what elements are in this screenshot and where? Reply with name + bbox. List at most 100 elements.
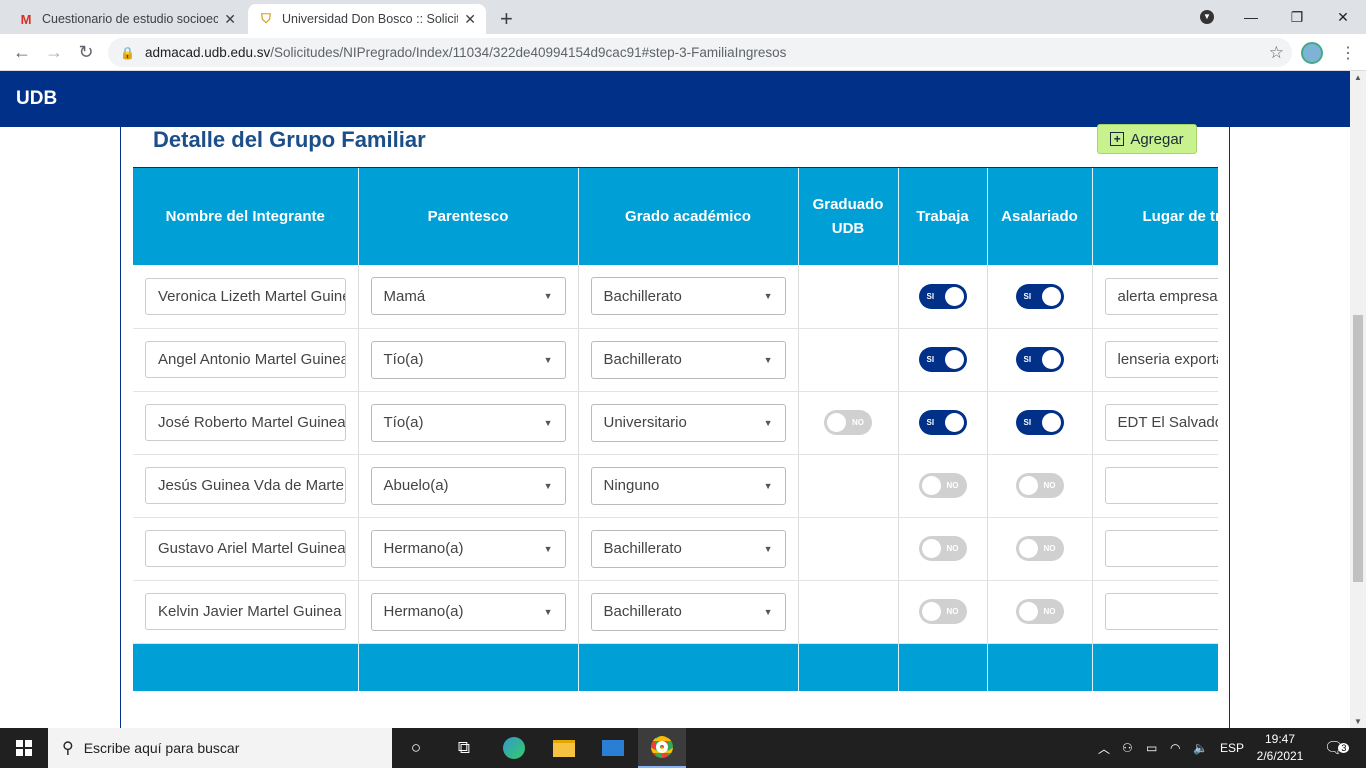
mail-icon[interactable] bbox=[589, 728, 637, 768]
parentesco-select[interactable]: Hermano(a) ▼ bbox=[370, 529, 566, 568]
parentesco-value: Hermano(a) bbox=[383, 603, 464, 620]
nombre-input[interactable]: José Roberto Martel Guinea bbox=[145, 404, 346, 441]
table-body: Veronica Lizeth Martel Guinea Mamá ▼ Bach… bbox=[133, 265, 1218, 691]
new-tab-button[interactable]: + bbox=[500, 6, 513, 32]
toggle-knob bbox=[944, 286, 964, 306]
asalariado-toggle[interactable]: NO bbox=[1015, 473, 1064, 498]
page-scrollbar[interactable]: ▲ ▼ bbox=[1350, 71, 1366, 728]
lugar-input[interactable] bbox=[1104, 467, 1218, 504]
asalariado-toggle[interactable]: SI bbox=[1015, 283, 1064, 309]
restore-icon[interactable]: ❐ bbox=[1274, 0, 1320, 34]
file-explorer-icon[interactable] bbox=[540, 728, 588, 768]
reload-icon[interactable]: ↻ bbox=[74, 40, 98, 64]
browser-tab-gmail[interactable]: M Cuestionario de estudio socioeconómico… bbox=[8, 4, 246, 34]
parentesco-select[interactable]: Mamá ▼ bbox=[370, 277, 566, 316]
lugar-input[interactable]: alerta empresarial bbox=[1104, 277, 1218, 315]
address-bar[interactable]: 🔒 admacad.udb.edu.sv/Solicitudes/NIPregr… bbox=[108, 38, 1292, 67]
grado-select[interactable]: Universitario ▼ bbox=[590, 403, 786, 442]
toggle-text: NO bbox=[852, 418, 864, 427]
lock-icon: 🔒 bbox=[120, 45, 135, 60]
grado-select[interactable]: Bachillerato ▼ bbox=[590, 529, 786, 568]
nombre-input[interactable]: Gustavo Ariel Martel Guinea bbox=[145, 530, 346, 567]
trabaja-toggle[interactable]: SI bbox=[918, 283, 967, 309]
add-member-label: Agregar bbox=[1130, 130, 1184, 148]
nombre-input[interactable]: Angel Antonio Martel Guinea bbox=[145, 341, 346, 378]
lugar-input[interactable]: EDT El Salvador bbox=[1104, 404, 1218, 441]
parentesco-select[interactable]: Tío(a) ▼ bbox=[370, 403, 566, 442]
trabaja-toggle[interactable]: SI bbox=[918, 347, 967, 372]
trabaja-toggle[interactable]: NO bbox=[918, 473, 967, 498]
task-view-icon[interactable]: ⧉ bbox=[440, 728, 488, 768]
graduado-toggle[interactable]: NO bbox=[824, 410, 872, 435]
caret-down-icon: ▼ bbox=[763, 291, 773, 302]
trabaja-toggle[interactable]: NO bbox=[918, 536, 967, 561]
toggle-knob bbox=[944, 350, 964, 369]
close-window-icon[interactable]: ✕ bbox=[1320, 0, 1366, 34]
cell-asalariado: NO bbox=[987, 580, 1093, 644]
back-icon[interactable]: ← bbox=[10, 40, 34, 64]
volume-icon[interactable]: 🔈 bbox=[1193, 728, 1208, 768]
battery-icon[interactable]: ▭ bbox=[1146, 728, 1157, 768]
nombre-input[interactable]: Kelvin Javier Martel Guinea bbox=[145, 593, 346, 630]
taskbar-clock[interactable]: 19:47 2/6/2021 bbox=[1250, 731, 1310, 765]
grado-select[interactable]: Bachillerato ▼ bbox=[590, 277, 786, 316]
nombre-input[interactable]: Jesús Guinea Vda de Martel bbox=[145, 467, 346, 504]
close-tab-icon[interactable]: ✕ bbox=[224, 11, 236, 28]
edge-icon[interactable] bbox=[490, 728, 538, 768]
column-header-grado: Grado académico bbox=[578, 168, 799, 265]
cell-trabaja: NO bbox=[898, 517, 988, 581]
close-tab-icon[interactable]: ✕ bbox=[464, 11, 476, 28]
toggle-text: SI bbox=[926, 418, 935, 427]
scroll-up-icon[interactable]: ▲ bbox=[1354, 73, 1362, 82]
grado-select[interactable]: Bachillerato ▼ bbox=[590, 340, 786, 379]
browser-tab-strip: M Cuestionario de estudio socioeconómico… bbox=[0, 0, 1366, 34]
parentesco-value: Hermano(a) bbox=[383, 540, 464, 557]
wifi-icon[interactable]: ◠ bbox=[1170, 728, 1180, 768]
browser-tab-udb[interactable]: ⛉ Universidad Don Bosco :: Solicitudes ✕ bbox=[248, 4, 486, 34]
cell-graduado bbox=[798, 517, 899, 581]
kebab-menu-icon[interactable]: ⋮ bbox=[1340, 43, 1356, 63]
bookmark-star-icon[interactable]: ☆ bbox=[1269, 43, 1284, 63]
minimize-icon[interactable]: — bbox=[1228, 0, 1274, 34]
language-indicator[interactable]: ESP bbox=[1220, 728, 1244, 768]
forward-icon[interactable]: → bbox=[42, 40, 66, 64]
table-row: Veronica Lizeth Martel Guinea Mamá ▼ Bach… bbox=[133, 265, 1218, 329]
asalariado-toggle[interactable]: NO bbox=[1015, 599, 1064, 624]
grado-select[interactable]: Bachillerato ▼ bbox=[590, 592, 786, 631]
trabaja-toggle[interactable]: SI bbox=[918, 410, 967, 435]
brand-logo[interactable]: UDB bbox=[16, 88, 57, 110]
grado-select[interactable]: Ninguno ▼ bbox=[590, 466, 786, 505]
meet-now-icon[interactable]: ⚇ bbox=[1122, 728, 1133, 768]
grado-value: Bachillerato bbox=[603, 540, 682, 557]
footer-cell bbox=[987, 643, 1093, 691]
profile-dropdown-icon[interactable]: ▼ bbox=[1184, 0, 1230, 34]
parentesco-select[interactable]: Abuelo(a) ▼ bbox=[370, 466, 566, 505]
cell-lugar: alerta empresarial bbox=[1092, 265, 1218, 329]
column-header-lugar: Lugar de trabajo bbox=[1092, 168, 1218, 265]
family-table-wrapper[interactable]: Nombre del Integrante Parentesco Grado a… bbox=[133, 167, 1218, 693]
asalariado-toggle[interactable]: SI bbox=[1015, 347, 1064, 372]
tray-chevron-icon[interactable]: ︿ bbox=[1098, 728, 1110, 768]
cortana-icon[interactable]: ○ bbox=[392, 728, 440, 768]
windows-start-button[interactable] bbox=[0, 728, 48, 768]
scrollbar-thumb[interactable] bbox=[1353, 315, 1363, 582]
lugar-input[interactable] bbox=[1104, 530, 1218, 567]
footer-cell bbox=[898, 643, 988, 691]
notifications-icon[interactable]: 🗨 3 bbox=[1324, 728, 1350, 768]
nombre-input[interactable]: Veronica Lizeth Martel Guinea bbox=[145, 277, 346, 315]
add-member-button[interactable]: + Agregar bbox=[1097, 124, 1197, 154]
taskbar-search-box[interactable]: ⚲ Escribe aquí para buscar bbox=[48, 728, 392, 768]
parentesco-select[interactable]: Tío(a) ▼ bbox=[370, 340, 566, 379]
lugar-input[interactable]: lenseria exportadora bbox=[1104, 341, 1218, 378]
trabaja-toggle[interactable]: NO bbox=[918, 599, 967, 624]
parentesco-select[interactable]: Hermano(a) ▼ bbox=[370, 592, 566, 631]
profile-avatar[interactable] bbox=[1301, 42, 1323, 64]
cell-nombre: Jesús Guinea Vda de Martel bbox=[133, 454, 359, 518]
asalariado-toggle[interactable]: NO bbox=[1015, 536, 1064, 561]
asalariado-toggle[interactable]: SI bbox=[1015, 410, 1064, 435]
chrome-icon[interactable] bbox=[638, 728, 686, 768]
cell-grado: Bachillerato ▼ bbox=[578, 328, 799, 392]
lugar-input[interactable] bbox=[1104, 593, 1218, 630]
scroll-down-icon[interactable]: ▼ bbox=[1354, 717, 1362, 726]
cell-lugar: lenseria exportadora bbox=[1092, 328, 1218, 392]
